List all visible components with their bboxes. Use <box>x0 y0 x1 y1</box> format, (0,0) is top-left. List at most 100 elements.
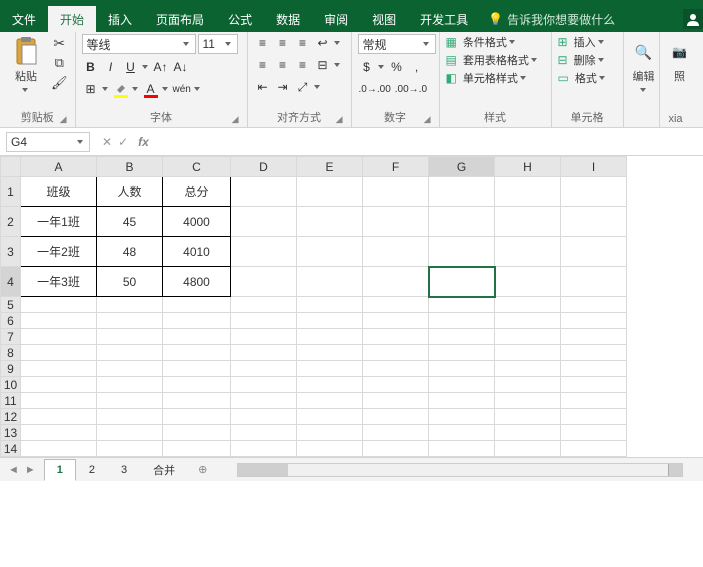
cell-B7[interactable] <box>97 329 163 345</box>
cell-F10[interactable] <box>363 377 429 393</box>
cell-C10[interactable] <box>163 377 231 393</box>
cell-E7[interactable] <box>297 329 363 345</box>
cell-A12[interactable] <box>21 409 97 425</box>
cell-B4[interactable]: 50 <box>97 267 163 297</box>
cell-C4[interactable]: 4800 <box>163 267 231 297</box>
cell-A5[interactable] <box>21 297 97 313</box>
cell-B9[interactable] <box>97 361 163 377</box>
cell-C14[interactable] <box>163 441 231 457</box>
cell-F2[interactable] <box>363 207 429 237</box>
cell-F4[interactable] <box>363 267 429 297</box>
cell-G12[interactable] <box>429 409 495 425</box>
cell-F3[interactable] <box>363 237 429 267</box>
cell-G13[interactable] <box>429 425 495 441</box>
cell-C11[interactable] <box>163 393 231 409</box>
cell-H5[interactable] <box>495 297 561 313</box>
tab-developer[interactable]: 开发工具 <box>408 6 480 32</box>
row-header-3[interactable]: 3 <box>1 237 21 267</box>
cell-F12[interactable] <box>363 409 429 425</box>
col-header-E[interactable]: E <box>297 157 363 177</box>
cell-B5[interactable] <box>97 297 163 313</box>
percent-format-button[interactable]: % <box>388 58 406 76</box>
dialog-launcher-icon[interactable]: ◢ <box>424 114 431 125</box>
cell-D3[interactable] <box>231 237 297 267</box>
font-size-combo[interactable]: 11 <box>198 34 238 54</box>
cell-E12[interactable] <box>297 409 363 425</box>
cell-B2[interactable]: 45 <box>97 207 163 237</box>
cell-A4[interactable]: 一年3班 <box>21 267 97 297</box>
sheet-tab-merge[interactable]: 合并 <box>140 459 188 481</box>
cell-F14[interactable] <box>363 441 429 457</box>
name-box[interactable]: G4 <box>6 132 90 152</box>
cell-G9[interactable] <box>429 361 495 377</box>
cell-H10[interactable] <box>495 377 561 393</box>
cell-C3[interactable]: 4010 <box>163 237 231 267</box>
row-header-14[interactable]: 14 <box>1 441 21 457</box>
cell-E3[interactable] <box>297 237 363 267</box>
tab-formulas[interactable]: 公式 <box>216 6 264 32</box>
cell-I11[interactable] <box>561 393 627 409</box>
fill-color-button[interactable] <box>112 80 130 98</box>
increase-decimal-button[interactable]: .0→.00 <box>358 80 392 98</box>
cell-H11[interactable] <box>495 393 561 409</box>
underline-button[interactable]: U <box>122 58 140 76</box>
cell-E5[interactable] <box>297 297 363 313</box>
tab-file[interactable]: 文件 <box>0 6 48 32</box>
cell-H9[interactable] <box>495 361 561 377</box>
dialog-launcher-icon[interactable]: ◢ <box>60 114 67 125</box>
cell-C12[interactable] <box>163 409 231 425</box>
cell-C9[interactable] <box>163 361 231 377</box>
align-bottom-button[interactable]: ≡ <box>294 34 312 52</box>
cell-H3[interactable] <box>495 237 561 267</box>
col-header-D[interactable]: D <box>231 157 297 177</box>
cell-A9[interactable] <box>21 361 97 377</box>
cell-D8[interactable] <box>231 345 297 361</box>
cell-E8[interactable] <box>297 345 363 361</box>
cell-I10[interactable] <box>561 377 627 393</box>
cell-F6[interactable] <box>363 313 429 329</box>
cell-C2[interactable]: 4000 <box>163 207 231 237</box>
row-header-13[interactable]: 13 <box>1 425 21 441</box>
cell-D5[interactable] <box>231 297 297 313</box>
cell-E9[interactable] <box>297 361 363 377</box>
sheet-nav-prev-icon[interactable]: ◄ <box>8 464 19 476</box>
worksheet-grid[interactable]: ABCDEFGHI1班级人数总分2一年1班4540003一年2班4840104一… <box>0 156 703 457</box>
tab-view[interactable]: 视图 <box>360 6 408 32</box>
increase-indent-button[interactable]: ⇥ <box>274 78 292 96</box>
row-header-8[interactable]: 8 <box>1 345 21 361</box>
horizontal-scrollbar[interactable] <box>237 463 683 477</box>
cell-F9[interactable] <box>363 361 429 377</box>
cell-H13[interactable] <box>495 425 561 441</box>
row-header-12[interactable]: 12 <box>1 409 21 425</box>
dropdown-icon[interactable] <box>142 63 150 71</box>
sheet-nav-next-icon[interactable]: ► <box>25 464 36 476</box>
format-painter-button[interactable] <box>50 74 69 92</box>
dropdown-icon[interactable] <box>102 85 110 93</box>
cell-A2[interactable]: 一年1班 <box>21 207 97 237</box>
cell-H1[interactable] <box>495 177 561 207</box>
tab-review[interactable]: 审阅 <box>312 6 360 32</box>
cell-B10[interactable] <box>97 377 163 393</box>
dropdown-icon[interactable] <box>162 85 170 93</box>
sheet-tab-2[interactable]: 2 <box>76 459 108 481</box>
cell-F1[interactable] <box>363 177 429 207</box>
cell-I4[interactable] <box>561 267 627 297</box>
orientation-button[interactable]: ⤢ <box>294 78 312 96</box>
cell-I1[interactable] <box>561 177 627 207</box>
align-top-button[interactable]: ≡ <box>254 34 272 52</box>
cell-B1[interactable]: 人数 <box>97 177 163 207</box>
cell-E2[interactable] <box>297 207 363 237</box>
cell-C7[interactable] <box>163 329 231 345</box>
cell-D4[interactable] <box>231 267 297 297</box>
row-header-10[interactable]: 10 <box>1 377 21 393</box>
cell-I5[interactable] <box>561 297 627 313</box>
cell-G7[interactable] <box>429 329 495 345</box>
row-header-7[interactable]: 7 <box>1 329 21 345</box>
cell-A1[interactable]: 班级 <box>21 177 97 207</box>
cell-I12[interactable] <box>561 409 627 425</box>
cell-D9[interactable] <box>231 361 297 377</box>
cell-A3[interactable]: 一年2班 <box>21 237 97 267</box>
cell-A6[interactable] <box>21 313 97 329</box>
accounting-format-button[interactable]: $ <box>358 58 376 76</box>
increase-font-button[interactable]: A↑ <box>152 58 170 76</box>
